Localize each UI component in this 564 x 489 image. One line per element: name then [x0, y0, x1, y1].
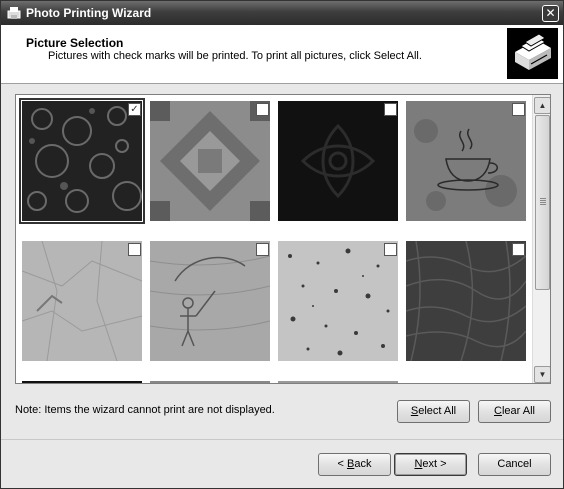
picture-thumbnail[interactable] — [406, 241, 526, 361]
picture-thumbnail[interactable] — [150, 241, 270, 361]
page-title: Picture Selection — [26, 36, 124, 50]
close-button[interactable]: ✕ — [542, 5, 559, 22]
circles-pattern-image — [22, 101, 142, 221]
wizard-window: Photo Printing Wizard ✕ Picture Selectio… — [0, 0, 564, 489]
picture-thumbnail[interactable] — [22, 241, 142, 361]
quilt-pattern-image — [150, 101, 270, 221]
picture-checkbox[interactable]: ✓ — [128, 103, 141, 116]
picture-thumbnail[interactable] — [150, 101, 270, 221]
grip-icon — [540, 198, 546, 205]
footer-divider — [1, 439, 563, 440]
picture-checkbox[interactable] — [256, 103, 269, 116]
back-label: ack — [354, 458, 372, 470]
next-label: ext > — [422, 458, 447, 470]
scroll-down-button[interactable]: ▼ — [534, 366, 550, 383]
note-text: Note: Items the wizard cannot print are … — [15, 404, 275, 416]
window-title: Photo Printing Wizard — [26, 6, 152, 20]
picture-checkbox[interactable] — [512, 103, 525, 116]
clear-all-button[interactable]: Clear All — [478, 400, 551, 423]
title-bar[interactable]: Photo Printing Wizard ✕ — [1, 1, 563, 25]
picture-checkbox[interactable] — [128, 243, 141, 256]
picture-checkbox[interactable] — [512, 243, 525, 256]
picture-thumbnail[interactable] — [406, 101, 526, 221]
picture-checkbox[interactable] — [384, 103, 397, 116]
speckled-stone-image — [278, 241, 398, 361]
picture-thumbnail[interactable] — [150, 381, 270, 383]
cancel-button[interactable]: Cancel — [478, 453, 551, 476]
scroll-up-button[interactable]: ▲ — [534, 97, 550, 114]
picture-thumbnail[interactable] — [22, 381, 142, 383]
next-button[interactable]: Next > — [394, 453, 467, 476]
fishing-sketch-image — [150, 241, 270, 361]
picture-checkbox[interactable] — [384, 243, 397, 256]
photo-printing-icon — [507, 28, 558, 79]
wizard-header: Picture Selection Pictures with check ma… — [1, 25, 563, 84]
picture-list[interactable]: ✓ ▲ ▼ — [15, 94, 551, 384]
select-all-button[interactable]: Select All — [397, 400, 470, 423]
clear-all-mnemonic: C — [494, 405, 502, 417]
dark-grass-image — [406, 241, 526, 361]
back-button[interactable]: < Back — [318, 453, 391, 476]
picture-thumbnail[interactable]: ✓ — [19, 98, 145, 224]
scrollbar-thumb[interactable] — [535, 115, 550, 290]
vertical-scrollbar[interactable]: ▲ ▼ — [532, 95, 550, 383]
clear-all-label: lear All — [501, 405, 535, 417]
coffee-cup-image — [406, 101, 526, 221]
select-all-label: elect All — [418, 405, 457, 417]
picture-checkbox[interactable] — [256, 243, 269, 256]
printer-app-icon — [7, 7, 21, 19]
crumpled-paper-image — [22, 241, 142, 361]
dark-ornament-image — [278, 101, 398, 221]
page-subtitle: Pictures with check marks will be printe… — [48, 50, 422, 62]
picture-thumbnail[interactable] — [278, 381, 398, 383]
back-prefix: < — [337, 458, 347, 470]
picture-thumbnail[interactable] — [278, 101, 398, 221]
picture-thumbnail[interactable] — [278, 241, 398, 361]
